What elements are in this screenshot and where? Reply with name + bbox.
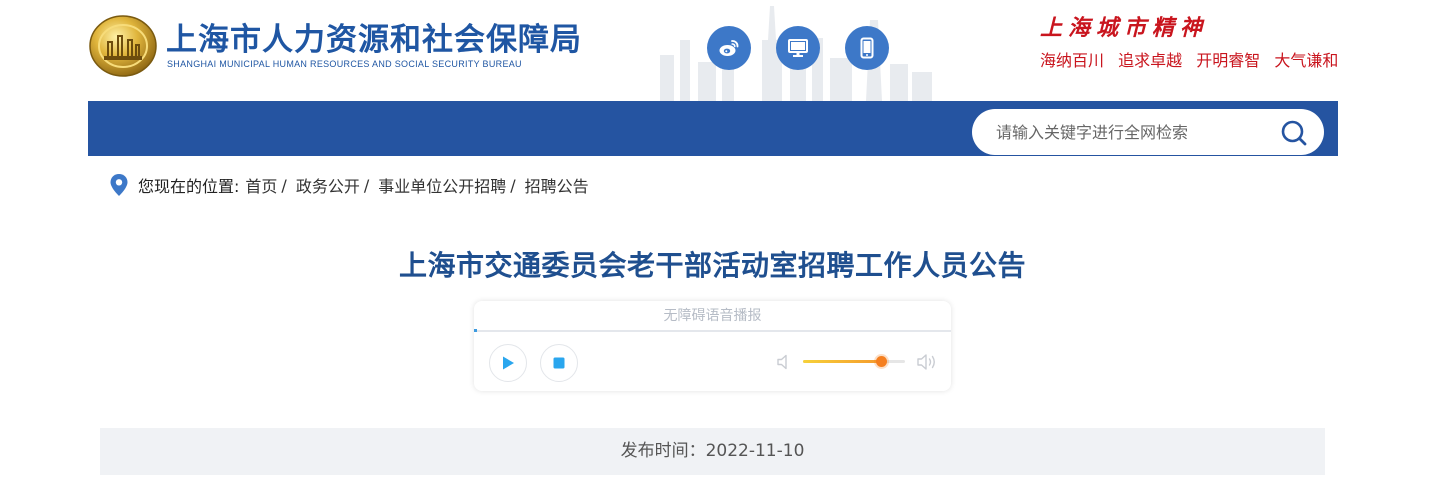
volume-slider-handle[interactable] xyxy=(875,356,887,367)
publish-date-bar: 发布时间：2022-11-10 xyxy=(100,428,1325,475)
stop-button[interactable] xyxy=(540,344,578,382)
city-spirit-title: 上海城市精神 xyxy=(1040,15,1209,41)
article-title: 上海市交通委员会老干部活动室招聘工作人员公告 xyxy=(398,249,1026,282)
breadcrumb-separator: / xyxy=(510,175,516,195)
publish-date: 发布时间：2022-11-10 xyxy=(620,441,805,461)
breadcrumb-public-recruitment[interactable]: 事业单位公开招聘 xyxy=(378,173,506,197)
slogan-item: 追求卓越 xyxy=(1118,51,1183,70)
slogan-item: 开明睿智 xyxy=(1196,51,1261,70)
accessibility-audio-player: 无障碍语音播报 xyxy=(474,301,951,391)
search-input[interactable] xyxy=(996,120,1266,144)
play-button[interactable] xyxy=(489,344,527,382)
volume-high-icon[interactable] xyxy=(916,352,938,372)
slogan-item: 海纳百川 xyxy=(1040,51,1105,70)
breadcrumb-separator: / xyxy=(363,175,370,195)
org-name-english: SHANGHAI MUNICIPAL HUMAN RESOURCES AND S… xyxy=(167,59,522,69)
desktop-button[interactable] xyxy=(776,26,820,70)
breadcrumb-government-affairs[interactable]: 政务公开 xyxy=(296,173,360,197)
desktop-icon xyxy=(788,39,808,57)
location-pin-icon xyxy=(110,174,128,196)
breadcrumb-label: 您现在的位置: xyxy=(138,177,240,196)
stop-icon xyxy=(553,357,565,369)
weibo-button[interactable] xyxy=(707,26,751,70)
breadcrumb: 您现在的位置: 首页 / 政务公开 / 事业单位公开招聘 / 招聘公告 xyxy=(110,174,589,196)
search-icon[interactable] xyxy=(1280,119,1308,147)
play-icon xyxy=(503,356,514,370)
weibo-icon xyxy=(719,40,739,56)
playback-progress[interactable] xyxy=(474,329,477,332)
nav-bar xyxy=(88,101,1338,156)
slogan-item: 大气谦和 xyxy=(1274,51,1339,70)
city-spirit-slogans: 海纳百川 追求卓越 开明睿智 大气谦和 xyxy=(1040,47,1347,71)
breadcrumb-recruitment-notice[interactable]: 招聘公告 xyxy=(525,173,589,197)
search-box xyxy=(972,109,1324,155)
site-header: 上海市人力资源和社会保障局 SHANGHAI MUNICIPAL HUMAN R… xyxy=(0,0,1439,101)
volume-low-icon[interactable] xyxy=(776,353,794,371)
breadcrumb-home[interactable]: 首页 xyxy=(245,173,277,197)
player-label: 无障碍语音播报 xyxy=(474,301,951,332)
mobile-icon xyxy=(860,37,874,59)
volume-slider[interactable] xyxy=(803,356,905,367)
org-name: 上海市人力资源和社会保障局 xyxy=(166,22,582,58)
mobile-button[interactable] xyxy=(845,26,889,70)
breadcrumb-separator: / xyxy=(281,175,287,195)
volume-slider-fill xyxy=(803,360,881,363)
bureau-emblem-icon xyxy=(89,15,157,77)
